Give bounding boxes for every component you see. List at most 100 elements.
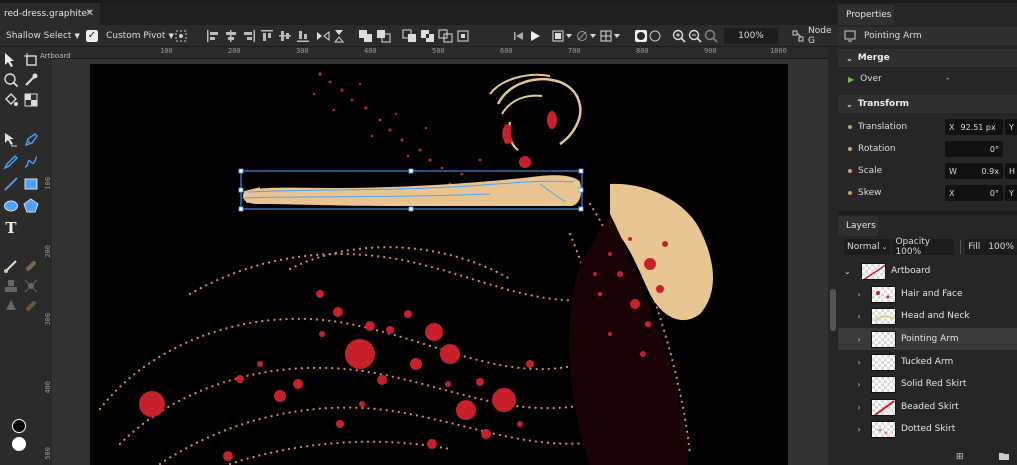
ruler-tick: 500 <box>44 447 52 460</box>
chevron-right-icon[interactable]: › <box>852 403 866 412</box>
layer-name: Pointing Arm <box>901 334 959 344</box>
canvas-viewport[interactable] <box>52 59 828 465</box>
rotation-field[interactable]: 0° <box>945 141 1003 157</box>
translation-y-field[interactable]: Y <box>1005 119 1017 135</box>
navigate-tool-icon[interactable] <box>2 71 20 89</box>
polygon-tool-icon[interactable] <box>22 197 40 215</box>
folder-icon[interactable] <box>998 451 1010 464</box>
layer-head-and-neck[interactable]: › Head and Neck <box>838 305 1017 327</box>
fill-tool-icon[interactable] <box>2 91 20 109</box>
zoom-in-icon[interactable] <box>672 25 686 47</box>
pivot-checkbox[interactable]: ✓ <box>86 25 98 47</box>
ruler-tick: 300 <box>296 47 309 55</box>
boolean-divide-icon[interactable] <box>438 25 454 47</box>
chevron-right-icon[interactable]: › <box>852 380 866 389</box>
detail-tool-icon[interactable] <box>2 297 20 315</box>
secondary-color-swatch[interactable] <box>12 437 26 451</box>
color-swatches[interactable] <box>8 419 30 459</box>
scrollbar-thumb[interactable] <box>830 289 836 331</box>
artboard-tool-icon[interactable] <box>22 51 40 69</box>
patch-tool-icon[interactable] <box>22 277 40 295</box>
align-right-icon[interactable] <box>242 25 256 47</box>
new-layer-icon[interactable]: ⊞ <box>956 452 964 462</box>
pivot-position-icon[interactable] <box>174 25 188 47</box>
eyedropper-tool-icon[interactable] <box>22 71 40 89</box>
vertical-scrollbar[interactable] <box>828 47 838 465</box>
chevron-right-icon[interactable]: › <box>852 290 866 299</box>
skew-y-field[interactable]: Y <box>1005 185 1017 201</box>
skew-x-field[interactable]: X 0° <box>945 185 1003 201</box>
blend-mode-dropdown[interactable]: Normal ⌄ <box>844 239 891 255</box>
render-mode-normal-icon[interactable] <box>634 25 648 47</box>
align-bottom-icon[interactable] <box>296 25 310 47</box>
boolean-difference-icon[interactable] <box>420 25 436 47</box>
properties-layer-name[interactable]: Pointing Arm <box>864 31 922 41</box>
snapping-icon[interactable] <box>576 25 598 47</box>
brush-tool-icon[interactable] <box>2 257 20 275</box>
grid-icon[interactable] <box>600 25 622 47</box>
chevron-right-icon[interactable]: › <box>852 312 866 321</box>
freehand-tool-icon[interactable] <box>2 153 20 171</box>
document-tab[interactable]: red-dress.graphite* ✕ <box>0 3 100 25</box>
layer-artboard[interactable]: ⌄ Artboard <box>838 260 1017 282</box>
relight-tool-icon[interactable] <box>22 297 40 315</box>
artboard[interactable] <box>90 64 788 465</box>
layer-solid-red-skirt[interactable]: › Solid Red Skirt <box>838 373 1017 395</box>
close-tab-icon[interactable]: ✕ <box>86 8 94 19</box>
align-top-icon[interactable] <box>260 25 274 47</box>
align-left-icon[interactable] <box>206 25 220 47</box>
flip-horizontal-icon[interactable] <box>316 25 330 47</box>
render-mode-outline-icon[interactable] <box>648 25 662 47</box>
chevron-right-icon[interactable]: › <box>852 358 866 367</box>
node-graph-icon[interactable] <box>792 25 804 47</box>
chevron-down-icon[interactable]: ⌄ <box>844 267 856 276</box>
select-tool-icon[interactable] <box>2 51 20 69</box>
boolean-intersect-icon[interactable] <box>402 25 418 47</box>
path-tool-icon[interactable] <box>2 131 20 149</box>
select-mode-dropdown[interactable]: Shallow Select ▼ <box>2 25 84 47</box>
pen-tool-icon[interactable] <box>22 131 40 149</box>
tab-layers[interactable]: Layers <box>838 216 878 236</box>
chevron-right-icon[interactable]: › <box>852 335 866 344</box>
boolean-union-icon[interactable] <box>358 25 374 47</box>
layer-dotted-skirt[interactable]: › Dotted Skirt <box>838 418 1017 440</box>
zoom-out-icon[interactable] <box>688 25 702 47</box>
spline-tool-icon[interactable] <box>22 153 40 171</box>
boolean-subtract-icon[interactable] <box>376 25 392 47</box>
fill-field[interactable]: Fill 100% <box>965 239 1017 255</box>
view-mode-icon[interactable] <box>552 25 574 47</box>
step-back-icon[interactable] <box>512 25 526 47</box>
line-tool-icon[interactable] <box>2 175 20 193</box>
layer-hair-and-face[interactable]: › Hair and Face <box>838 283 1017 305</box>
pivot-dropdown[interactable]: Custom Pivot ▼ <box>102 25 178 47</box>
flip-vertical-icon[interactable] <box>332 25 346 47</box>
clone-tool-icon[interactable] <box>2 277 20 295</box>
layer-name: Artboard <box>891 266 931 276</box>
translation-x-field[interactable]: X 92.51 px <box>945 119 1003 135</box>
play-icon[interactable] <box>528 25 542 47</box>
transform-section-header[interactable]: ⌄ Transform <box>838 95 1017 113</box>
gradient-tool-icon[interactable] <box>22 91 40 109</box>
layer-tucked-arm[interactable]: › Tucked Arm <box>838 351 1017 373</box>
tab-properties[interactable]: Properties <box>838 5 894 25</box>
rectangle-tool-icon[interactable] <box>22 175 40 193</box>
align-center-v-icon[interactable] <box>278 25 292 47</box>
opacity-field[interactable]: Opacity 100% <box>892 237 955 257</box>
ellipse-tool-icon[interactable] <box>2 197 20 215</box>
zoom-level-field[interactable]: 100% <box>724 28 778 44</box>
ruler-tick: 300 <box>44 313 52 326</box>
text-tool-icon[interactable]: T <box>2 219 20 237</box>
primary-color-swatch[interactable] <box>12 419 26 433</box>
merge-section-header[interactable]: ⌄ Merge <box>838 49 1017 67</box>
scale-h-field[interactable]: H <box>1005 163 1017 179</box>
artboard-label: Artboard <box>40 52 71 60</box>
heal-tool-icon[interactable] <box>22 257 40 275</box>
scale-w-field[interactable]: W 0.9x <box>945 163 1003 179</box>
chevron-right-icon[interactable]: › <box>852 425 866 434</box>
zoom-reset-icon[interactable] <box>704 25 718 47</box>
node-graph-button[interactable]: Node G <box>808 25 838 47</box>
boolean-xor-icon[interactable] <box>456 25 472 47</box>
layer-pointing-arm[interactable]: › Pointing Arm <box>838 328 1017 350</box>
align-center-h-icon[interactable] <box>224 25 238 47</box>
layer-beaded-skirt[interactable]: › Beaded Skirt <box>838 396 1017 418</box>
